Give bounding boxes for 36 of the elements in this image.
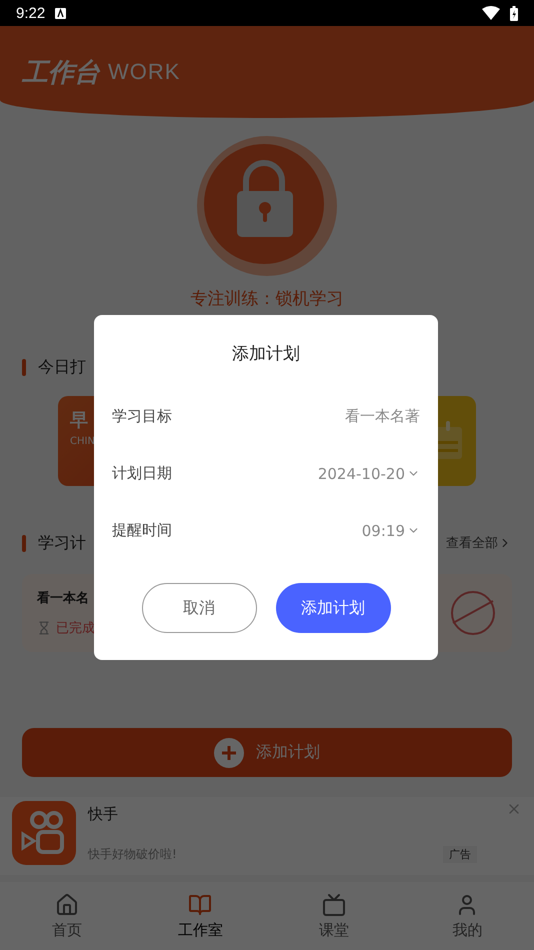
card-title: 早: [70, 409, 88, 432]
tab[interactable]: 工作室: [134, 882, 267, 950]
tab[interactable]: 课堂: [267, 882, 400, 950]
ad-title: 快手: [88, 805, 118, 824]
keyboard-icon: [55, 8, 66, 18]
dropdown-field[interactable]: 2024-10-20: [318, 464, 420, 482]
dialog-title: 添加计划: [231, 343, 301, 366]
confirm-button[interactable]: 添加计划: [276, 583, 390, 633]
view-all-link[interactable]: 查看全部: [446, 534, 512, 552]
book-icon: [188, 892, 212, 916]
battery-icon: [510, 6, 518, 20]
header-subtitle: WORK: [108, 59, 180, 85]
tab[interactable]: 首页: [0, 882, 134, 950]
tv-icon: [322, 892, 346, 916]
home-icon: [54, 892, 79, 916]
section-title: 今日打: [38, 356, 87, 378]
ad-badge: 广告: [443, 846, 477, 863]
plan-status: 已完成: [56, 620, 95, 637]
hourglass-icon: [37, 621, 51, 635]
plus-icon: [214, 738, 244, 768]
cancel-button[interactable]: 取消: [142, 583, 256, 633]
tab[interactable]: 我的: [400, 882, 534, 950]
focus-label: 专注训练：锁机学习: [190, 290, 344, 311]
app-logo: [12, 801, 76, 865]
field-label: 计划日期: [112, 464, 172, 483]
field-label: 学习目标: [112, 407, 172, 426]
card-subtitle: CHIN: [70, 436, 95, 447]
input-field[interactable]: 看一本名著: [345, 407, 420, 426]
dropdown-field[interactable]: 09:19: [362, 522, 420, 540]
field-label: 提醒时间: [112, 521, 172, 540]
status-time: 9:22: [16, 4, 46, 22]
wifi-icon: [482, 6, 500, 20]
add-plan-button[interactable]: 添加计划: [22, 728, 512, 777]
section-title: 学习计: [38, 532, 87, 554]
header-title: 工作台: [22, 56, 100, 90]
plan-name: 看一本名: [37, 590, 90, 607]
